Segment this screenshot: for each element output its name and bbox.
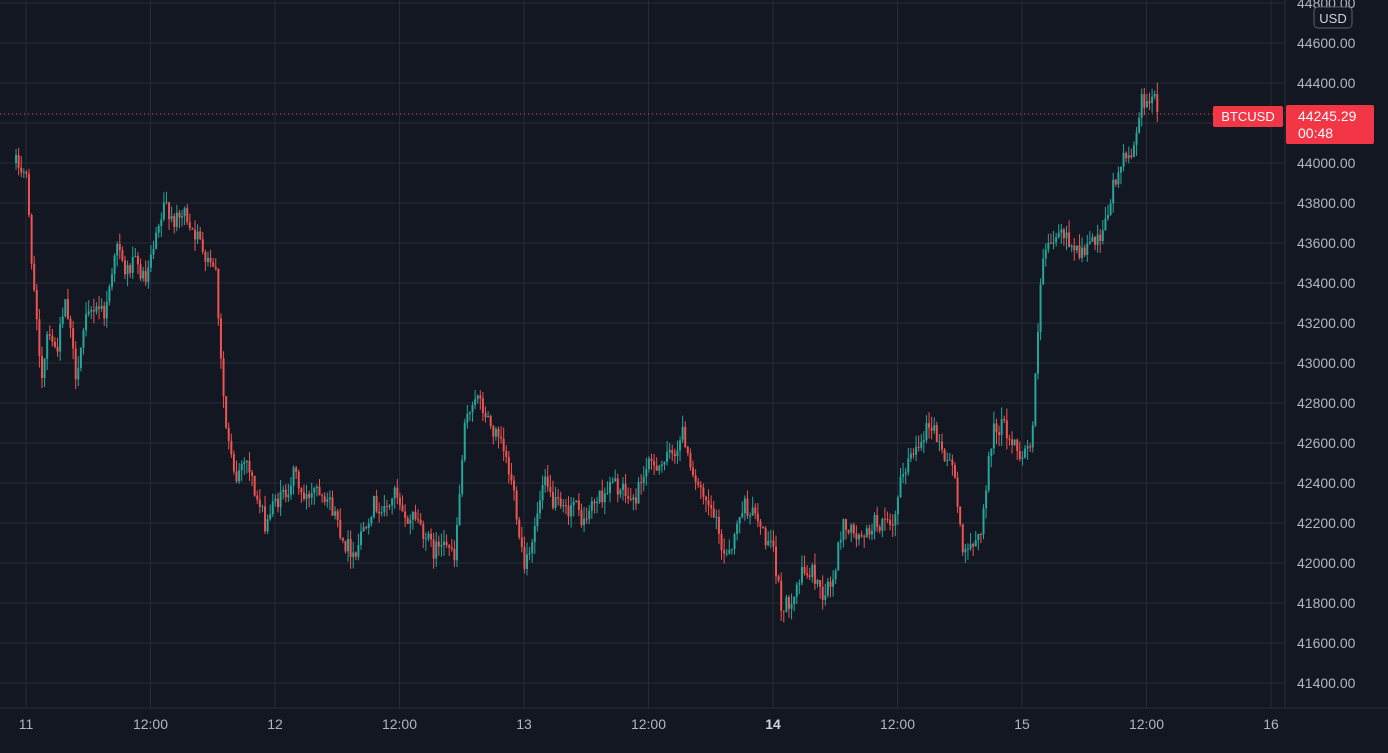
time-tick-label: 16 [1263, 716, 1279, 732]
candle [225, 396, 228, 429]
price-tick-label: 44000.00 [1297, 155, 1356, 171]
candle [372, 495, 375, 519]
chart-canvas[interactable]: 41400.00 41600.00 41800.00 42000.00 42200.00… [0, 0, 1388, 748]
candle [518, 516, 521, 540]
price-tick-label: 42800.00 [1297, 395, 1356, 411]
candle [1034, 372, 1037, 428]
time-tick-label: 14 [765, 716, 781, 732]
price-tick-label: 44400.00 [1297, 75, 1356, 91]
candle [959, 506, 962, 527]
candle [217, 268, 220, 326]
time-tick-label: 12:00 [1129, 716, 1164, 732]
time-tick-label: 12:00 [880, 716, 915, 732]
candle [943, 448, 946, 462]
price-tick-label: 42000.00 [1297, 555, 1356, 571]
price-tick-label: 43000.00 [1297, 355, 1356, 371]
candle [30, 213, 33, 270]
price-tick-label: 42200.00 [1297, 515, 1356, 531]
candle [961, 523, 964, 556]
candle [987, 451, 990, 493]
candle [463, 418, 466, 463]
time-tick-label: 12:00 [631, 716, 666, 732]
price-tick-label: 41600.00 [1297, 635, 1356, 651]
price-tick-label: 43600.00 [1297, 235, 1356, 251]
symbol-label: BTCUSD [1221, 109, 1274, 124]
time-tick-label: 12 [267, 716, 283, 732]
time-tick-label: 15 [1014, 716, 1030, 732]
price-tick-label: 41800.00 [1297, 595, 1356, 611]
price-tick-label: 43800.00 [1297, 195, 1356, 211]
symbol-price-label[interactable]: BTCUSD [1213, 106, 1283, 127]
time-tick-label: 11 [19, 716, 34, 732]
last-price-label[interactable]: 44245.29 00:48 [1286, 105, 1374, 144]
candle [837, 541, 840, 571]
candle [461, 454, 464, 497]
last-price-value: 44245.29 [1298, 108, 1357, 124]
time-tick-label: 13 [516, 716, 532, 732]
price-tick-label: 44600.00 [1297, 35, 1356, 51]
time-tick-label: 12:00 [382, 716, 417, 732]
candle [28, 168, 31, 218]
price-tick-label: 43200.00 [1297, 315, 1356, 331]
price-tick-label: 42600.00 [1297, 435, 1356, 451]
candle [982, 504, 985, 540]
price-tick-label: 43400.00 [1297, 275, 1356, 291]
currency-label: USD [1319, 11, 1346, 26]
candle [253, 475, 256, 497]
candle [1039, 278, 1042, 341]
price-tick-label: 41400.00 [1297, 675, 1356, 691]
candle [785, 594, 788, 613]
price-tick-label: 42400.00 [1297, 475, 1356, 491]
candle [64, 299, 67, 318]
bar-countdown: 00:48 [1298, 125, 1333, 141]
currency-badge[interactable]: USD [1313, 6, 1353, 29]
candle [515, 486, 518, 525]
candlestick-chart[interactable]: 41400.00 41600.00 41800.00 42000.00 42200.00… [0, 0, 1388, 748]
time-tick-label: 12:00 [133, 716, 168, 732]
chart-background [0, 0, 1388, 748]
candle [79, 347, 82, 372]
